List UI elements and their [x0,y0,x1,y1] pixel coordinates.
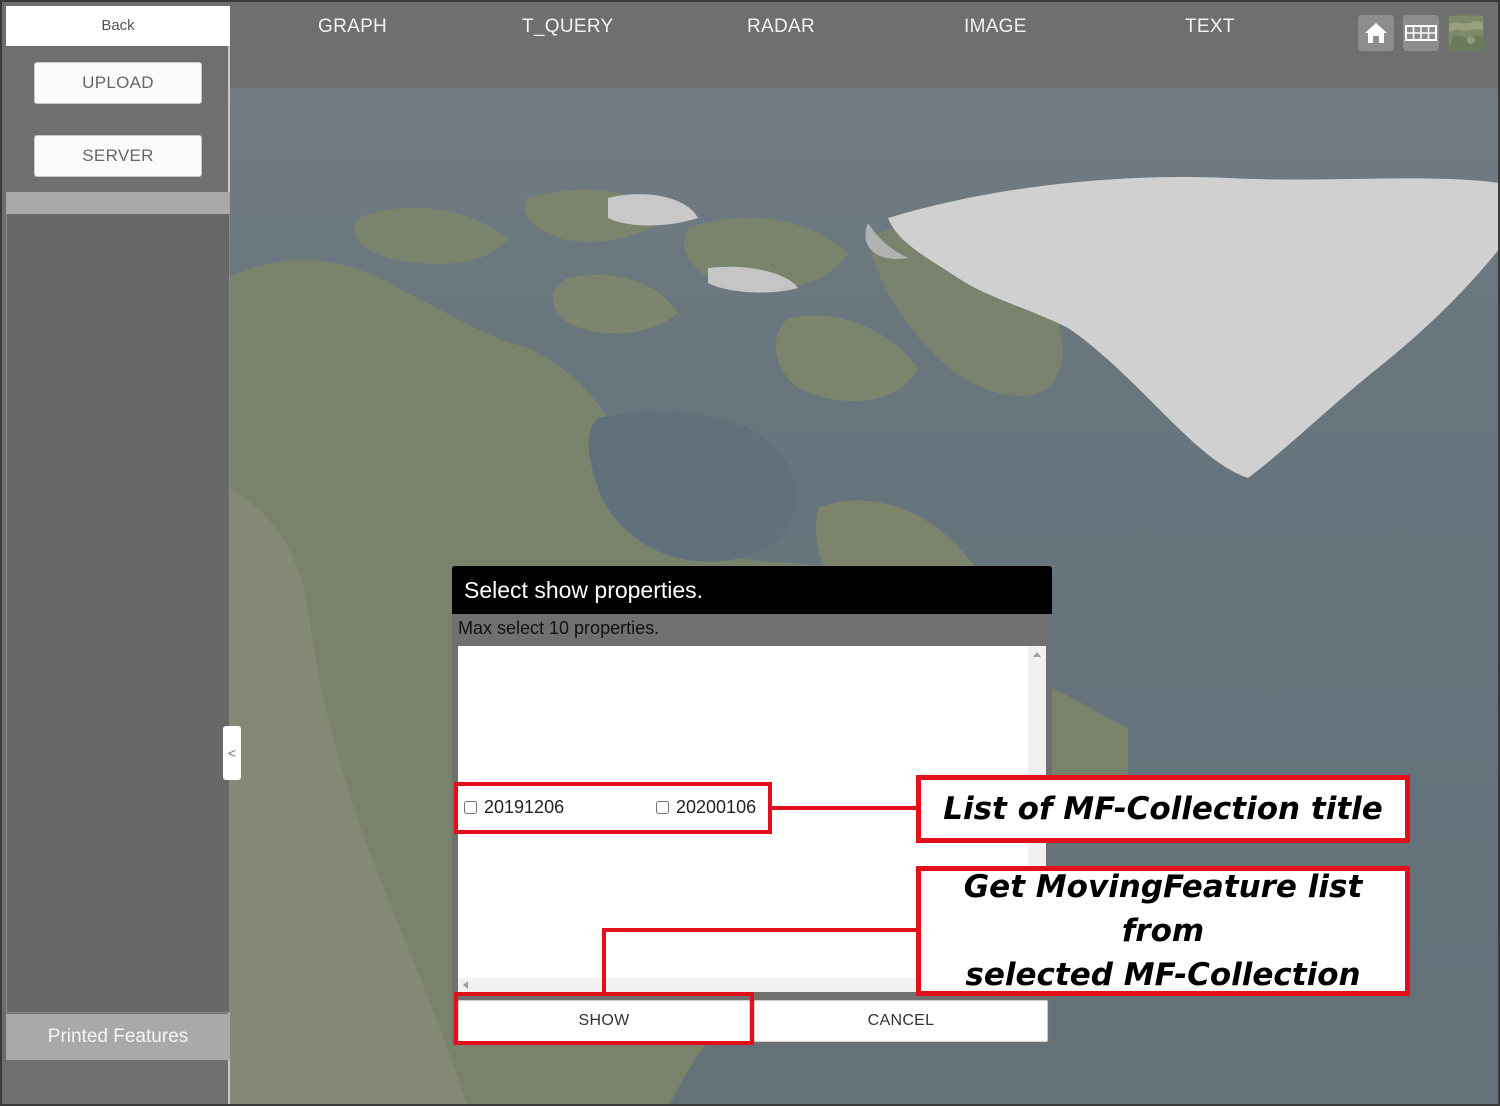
upload-button[interactable]: UPLOAD [34,62,202,104]
list-connector-line [772,806,918,810]
show-callout: Get MovingFeature list from selected MF-… [916,866,1410,996]
list-callout-text: List of MF-Collection title [943,791,1383,827]
dialog-subtitle: Max select 10 properties. [458,618,660,638]
cancel-button[interactable]: CANCEL [754,1000,1048,1042]
dialog-title: Select show properties. [452,566,1052,614]
nav-image[interactable]: IMAGE [964,16,1027,38]
sidebar-collapse-toggle[interactable]: < [223,726,241,780]
nav-graph[interactable]: GRAPH [318,16,387,38]
home-button[interactable] [1358,15,1394,51]
grid-button[interactable] [1403,15,1439,51]
app-frame: GRAPH T_QUERY RADAR IMAGE TEXT Back UPLO… [0,0,1500,1106]
top-navigation-bar: GRAPH T_QUERY RADAR IMAGE TEXT [228,2,1498,88]
base-layer-button[interactable] [1448,15,1484,51]
show-callout-line2: selected MF-Collection [965,957,1361,993]
nav-text[interactable]: TEXT [1185,16,1235,38]
grid-icon [1405,25,1437,41]
sidebar-feature-list[interactable] [6,214,230,1013]
list-highlight-box [454,782,772,834]
list-callout: List of MF-Collection title [916,775,1410,843]
map-layer-icon [1449,16,1483,50]
home-icon [1365,23,1387,43]
show-highlight-box [454,992,754,1045]
server-button[interactable]: SERVER [34,135,202,177]
show-connector-horizontal [602,928,918,932]
nav-t-query[interactable]: T_QUERY [522,16,614,38]
scroll-up-arrow-icon[interactable] [1033,652,1041,657]
scroll-left-arrow-icon[interactable] [463,981,468,989]
sidebar-divider [6,192,230,214]
left-sidebar: Back UPLOAD SERVER Printed Features [6,6,230,1104]
printed-features-tab[interactable]: Printed Features [6,1014,230,1060]
show-connector-vertical [602,928,606,992]
show-callout-line1: Get MovingFeature list from [963,869,1363,949]
nav-radar[interactable]: RADAR [747,16,815,38]
back-button[interactable]: Back [6,6,230,46]
